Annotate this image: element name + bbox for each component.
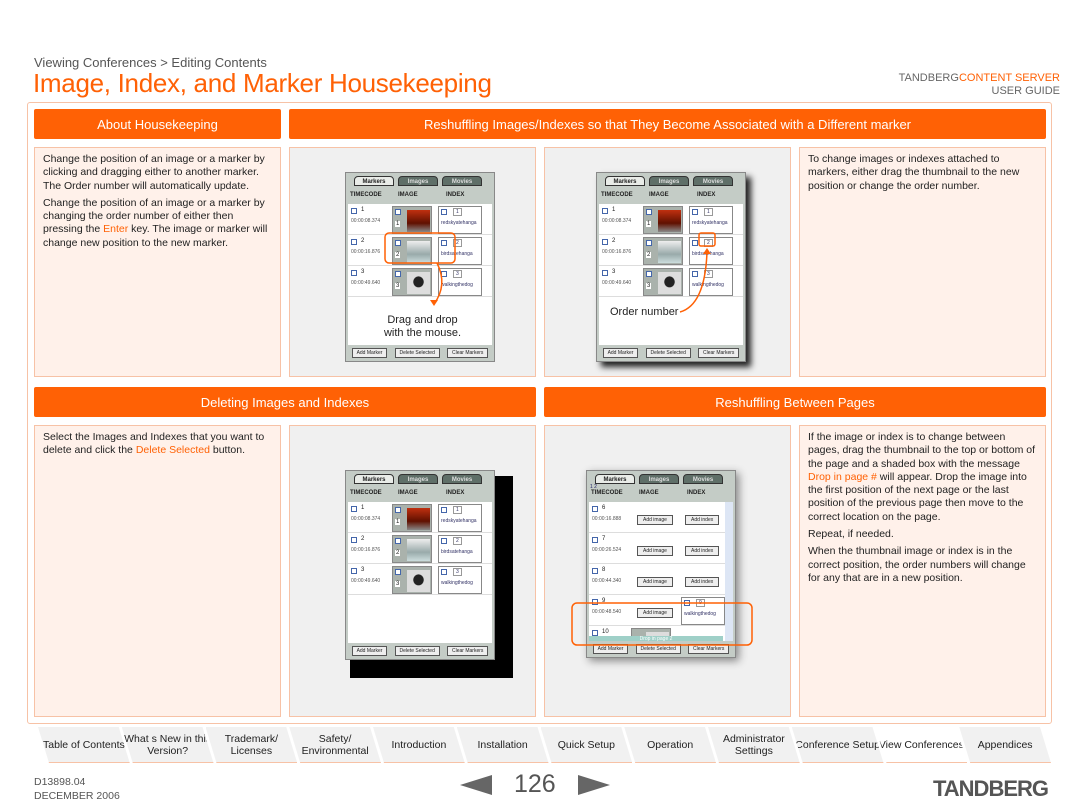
drag-caption: Drag and drop with the mouse. <box>350 314 495 340</box>
drag-caption-line-1: Drag and drop <box>387 314 458 326</box>
drag-arrowhead <box>430 300 438 306</box>
drag-arrow <box>433 262 443 305</box>
order-number-caption: Order number <box>610 306 679 318</box>
order-arrowhead <box>703 248 711 254</box>
highlight-drop-zone <box>571 602 753 646</box>
annotation-overlay <box>384 232 753 646</box>
drag-caption-line-2: with the mouse. <box>383 327 462 339</box>
order-arrow <box>679 251 708 313</box>
highlight-order-number <box>698 232 716 247</box>
highlight-dragged-row <box>384 232 456 264</box>
